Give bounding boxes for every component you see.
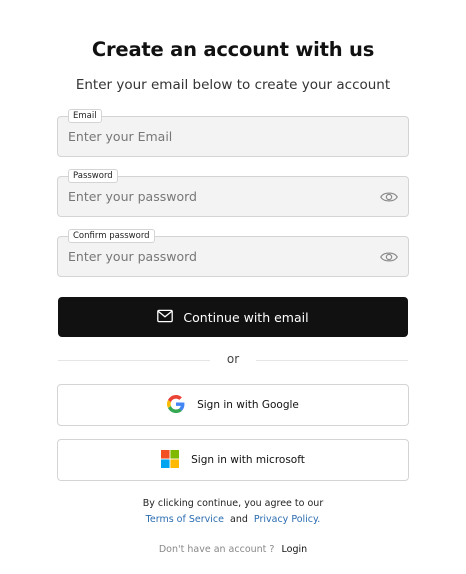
password-label: Password [68,169,118,183]
divider: or [58,352,408,368]
email-field[interactable]: Email [57,109,409,157]
legal-notice: By clicking continue, you agree to our T… [0,496,466,528]
privacy-policy-link[interactable]: Privacy Policy. [254,514,320,525]
google-icon [167,394,185,416]
page-title: Create an account with us [91,38,375,61]
legal-prefix: By clicking continue, you agree to our [142,498,324,509]
sign-in-google-label: Sign in with Google [197,399,299,411]
sign-in-google-button[interactable]: Sign in with Google [57,384,409,426]
divider-line-right [256,360,408,361]
login-link[interactable]: Login [282,544,308,555]
eye-icon[interactable] [380,189,398,205]
password-field[interactable]: Password [57,169,409,217]
continue-with-email-label: Continue with email [183,309,309,325]
continue-with-email-button[interactable]: Continue with email [58,297,408,337]
confirm-password-field[interactable]: Confirm password [57,229,409,277]
mail-icon [157,309,174,326]
no-account-text: Don't have an account ? [158,544,275,555]
terms-of-service-link[interactable]: Terms of Service [146,514,224,525]
login-prompt: Don't have an account ? Login [0,544,466,555]
sign-in-microsoft-label: Sign in with microsoft [191,454,305,466]
sign-in-microsoft-button[interactable]: Sign in with microsoft [57,439,409,481]
divider-label: or [226,352,240,366]
eye-icon[interactable] [380,249,398,265]
microsoft-icon [161,449,180,471]
email-label: Email [68,109,102,123]
email-input[interactable] [58,117,408,156]
confirm-password-label: Confirm password [68,229,155,243]
page-subtitle: Enter your email below to create your ac… [75,77,391,93]
legal-and: and [230,514,248,525]
